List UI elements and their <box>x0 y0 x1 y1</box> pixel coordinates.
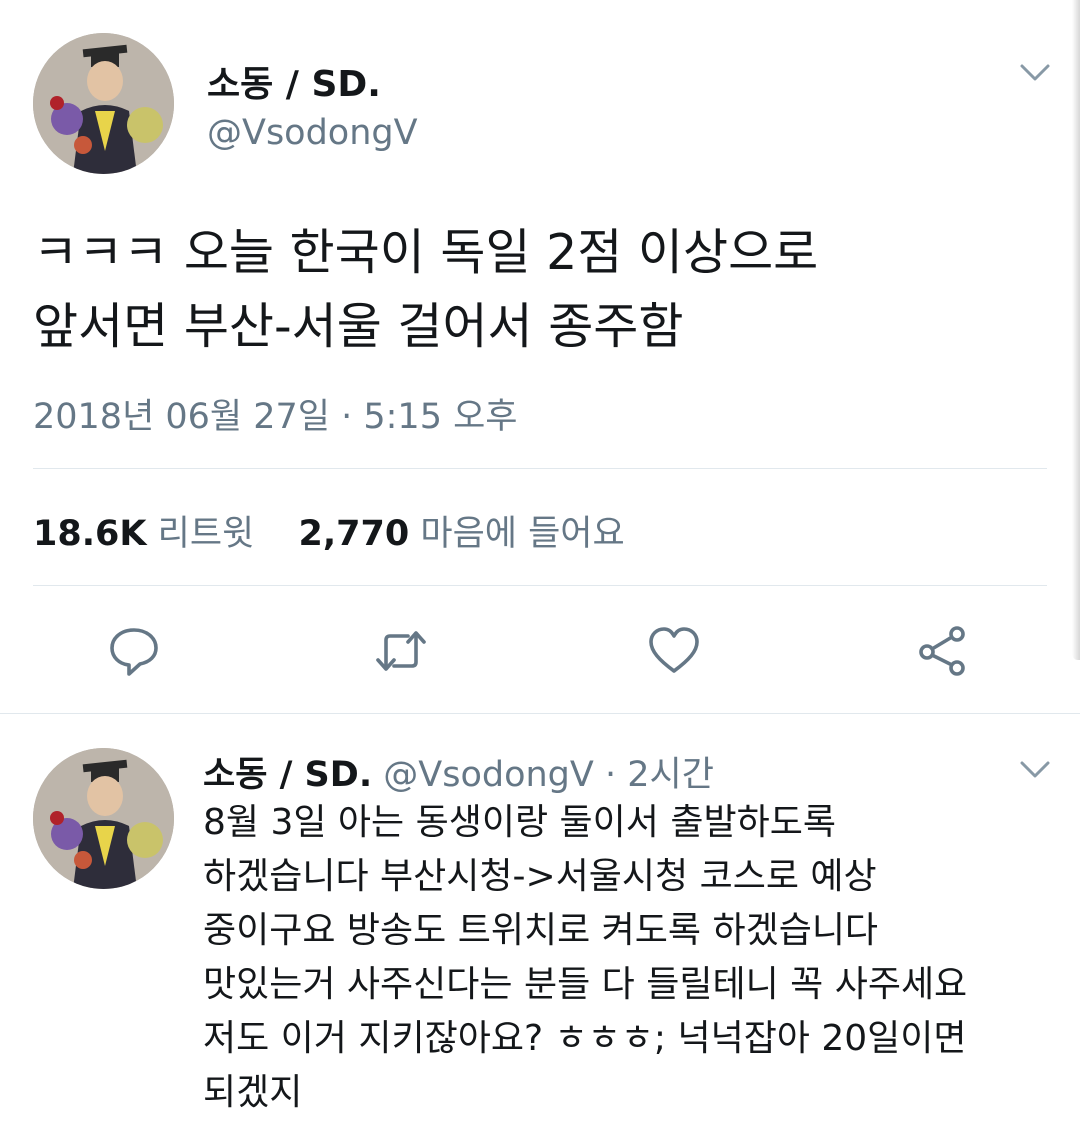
divider <box>33 585 1047 586</box>
reply-text: 8월 3일 아는 동생이랑 둘이서 출발하도록 하겠습니다 부산시청->서울시청… <box>203 796 1063 1120</box>
like-count[interactable]: 2,770 <box>299 514 410 554</box>
author-handle[interactable]: @VsodongV <box>207 113 418 153</box>
tweet-stats: 18.6K 리트윗 2,770 마음에 들어요 <box>33 505 625 556</box>
retweet-label[interactable]: 리트윗 <box>158 514 255 554</box>
section-divider <box>0 713 1080 714</box>
tweet-text-line: ㅋㅋㅋ 오늘 한국이 독일 2점 이상으로 <box>33 224 819 281</box>
author-avatar[interactable] <box>33 33 174 174</box>
like-icon[interactable] <box>647 624 701 678</box>
reply-display-name[interactable]: 소동 / SD. <box>203 755 372 795</box>
like-label[interactable]: 마음에 들어요 <box>420 514 624 554</box>
reply-text-line: 저도 이거 지키잖아요? ㅎㅎㅎ; 넉넉잡아 20일이면 <box>203 1018 967 1059</box>
reply-icon[interactable] <box>107 624 161 678</box>
reply-author-avatar[interactable] <box>33 748 174 889</box>
chevron-down-icon[interactable] <box>1019 760 1051 780</box>
author-display-name[interactable]: 소동 / SD. <box>207 55 381 107</box>
retweet-count[interactable]: 18.6K <box>33 514 146 554</box>
reply-text-line: 되겠지 <box>203 1072 303 1113</box>
reply-handle[interactable]: @VsodongV <box>383 755 594 795</box>
tweet-text-line: 앞서면 부산-서울 걸어서 종주함 <box>33 298 684 355</box>
reply-header: 소동 / SD. @VsodongV · 2시간 <box>203 746 714 797</box>
tweet-timestamp: 2018년 06월 27일 · 5:15 오후 <box>33 397 518 437</box>
reply-text-line: 맛있는거 사주신다는 분들 다 들릴테니 꼭 사주세요 <box>203 964 968 1005</box>
reply-time: · 2시간 <box>604 755 714 795</box>
share-icon[interactable] <box>915 624 969 678</box>
tweet-text: ㅋㅋㅋ 오늘 한국이 독일 2점 이상으로 앞서면 부산-서울 걸어서 종주함 <box>33 216 1043 364</box>
reply-text-line: 중이구요 방송도 트위치로 켜도록 하겠습니다 <box>203 910 879 951</box>
scrollbar[interactable] <box>1072 0 1080 660</box>
divider <box>33 468 1047 469</box>
chevron-down-icon[interactable] <box>1019 63 1051 83</box>
reply-text-line: 하겠습니다 부산시청->서울시청 코스로 예상 <box>203 856 877 897</box>
retweet-icon[interactable] <box>374 624 428 678</box>
reply-text-line: 8월 3일 아는 동생이랑 둘이서 출발하도록 <box>203 802 836 843</box>
